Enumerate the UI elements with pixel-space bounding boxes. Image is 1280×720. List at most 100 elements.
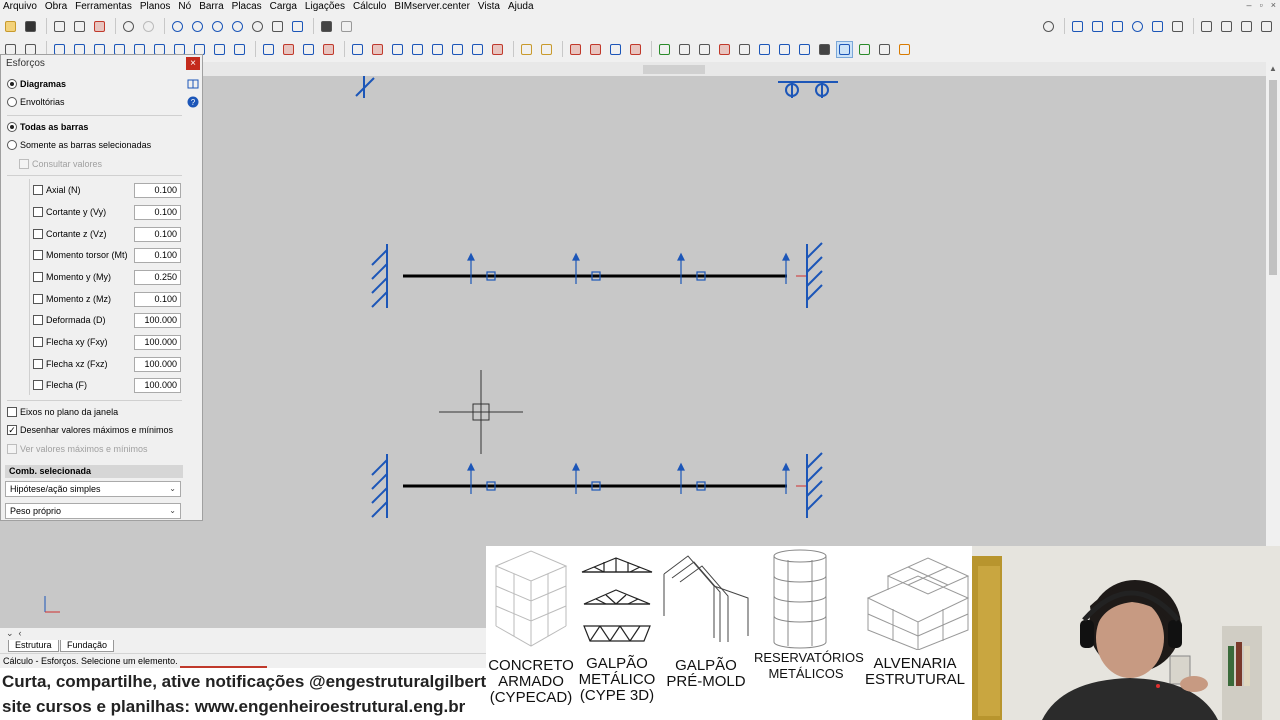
result-e-icon[interactable] xyxy=(736,41,753,58)
scroll-up-icon[interactable]: ▲ xyxy=(1269,64,1277,73)
snap-tool-icon[interactable] xyxy=(211,41,228,58)
bar-split-icon[interactable] xyxy=(369,41,386,58)
checkbox[interactable] xyxy=(33,207,43,217)
effort-value-input[interactable]: 0.100 xyxy=(134,292,181,307)
checkbox[interactable] xyxy=(33,315,43,325)
load-delete-icon[interactable] xyxy=(320,41,337,58)
close-panel-button[interactable]: × xyxy=(186,57,200,70)
support-top-right[interactable] xyxy=(778,81,838,98)
rotate-icon[interactable] xyxy=(1129,18,1146,35)
bar-rotate-icon[interactable] xyxy=(409,41,426,58)
refresh-view-icon[interactable] xyxy=(229,18,246,35)
radio-icon[interactable] xyxy=(7,140,17,150)
menu-bimserver[interactable]: BIMserver.center xyxy=(390,0,474,14)
rotate-view-icon[interactable] xyxy=(169,18,186,35)
result-h-icon[interactable] xyxy=(796,41,813,58)
menu-vista[interactable]: Vista xyxy=(474,0,504,14)
bars-all-option[interactable]: Todas as barras xyxy=(7,122,88,132)
effort-value-input[interactable]: 0.250 xyxy=(134,270,181,285)
checkbox[interactable] xyxy=(33,337,43,347)
close-window-icon[interactable]: × xyxy=(1271,0,1276,10)
load-distributed-icon[interactable] xyxy=(300,41,317,58)
tools-icon[interactable] xyxy=(1169,18,1186,35)
undo-icon[interactable] xyxy=(120,18,137,35)
result-l-icon[interactable] xyxy=(876,41,893,58)
effort-row-flecha-xz[interactable]: Flecha xz (Fxz) xyxy=(33,359,108,369)
move-tool-icon[interactable] xyxy=(231,41,248,58)
pan-hand-icon[interactable] xyxy=(269,18,286,35)
axes-window-option[interactable]: Eixos no plano da janela xyxy=(7,407,118,417)
checkbox-checked[interactable]: ✓ xyxy=(7,425,17,435)
menu-ajuda[interactable]: Ajuda xyxy=(504,0,538,14)
scroll-thumb[interactable] xyxy=(643,65,705,74)
bar-release-icon[interactable] xyxy=(389,41,406,58)
connection-b-icon[interactable] xyxy=(587,41,604,58)
bar-group-icon[interactable] xyxy=(469,41,486,58)
book-icon[interactable] xyxy=(187,78,199,90)
bars-selected-option[interactable]: Somente as barras selecionadas xyxy=(7,140,151,150)
search-icon[interactable] xyxy=(1040,18,1057,35)
3d-view-icon[interactable] xyxy=(318,18,335,35)
magnet-icon[interactable] xyxy=(91,18,108,35)
menu-ferramentas[interactable]: Ferramentas xyxy=(71,0,136,14)
bar-deflection-icon[interactable] xyxy=(449,41,466,58)
save-icon[interactable] xyxy=(22,18,39,35)
effort-value-input[interactable]: 0.100 xyxy=(134,227,181,242)
chevron-down-icon[interactable]: ⌄ xyxy=(169,482,176,496)
effort-value-input[interactable]: 0.100 xyxy=(134,183,181,198)
beam-1[interactable] xyxy=(371,242,823,308)
menu-no[interactable]: Nó xyxy=(174,0,195,14)
connection-c-icon[interactable] xyxy=(607,41,624,58)
open-folder-icon[interactable] xyxy=(2,18,19,35)
effort-row-cortante-z[interactable]: Cortante z (Vz) xyxy=(33,229,107,239)
radio-icon[interactable] xyxy=(7,122,17,132)
draw-max-min-option[interactable]: ✓ Desenhar valores máximos e mínimos xyxy=(7,425,173,435)
axes-icon[interactable] xyxy=(338,18,355,35)
mode-diagramas-option[interactable]: Diagramas xyxy=(7,79,66,89)
calculator-icon[interactable] xyxy=(51,18,68,35)
effort-row-cortante-y[interactable]: Cortante y (Vy) xyxy=(33,207,106,217)
zoom-window-icon[interactable] xyxy=(189,18,206,35)
tab-fundacao[interactable]: Fundação xyxy=(60,640,115,652)
load-select[interactable]: Peso próprio ⌄ xyxy=(5,503,181,519)
checkbox[interactable] xyxy=(33,185,43,195)
result-i-icon[interactable] xyxy=(816,41,833,58)
menu-arquivo[interactable]: Arquivo xyxy=(0,0,41,14)
effort-row-axial[interactable]: Axial (N) xyxy=(33,185,81,195)
effort-value-input[interactable]: 0.100 xyxy=(134,248,181,263)
bar-buckling-icon[interactable] xyxy=(429,41,446,58)
radio-icon[interactable] xyxy=(7,79,17,89)
effort-row-flecha-xy[interactable]: Flecha xy (Fxy) xyxy=(33,337,108,347)
effort-value-input[interactable]: 100.000 xyxy=(134,313,181,328)
zoom-previous-icon[interactable] xyxy=(289,18,306,35)
connection-a-icon[interactable] xyxy=(567,41,584,58)
beam-2[interactable] xyxy=(371,452,823,518)
checkbox[interactable] xyxy=(7,407,17,417)
panel-tool-icon[interactable] xyxy=(518,41,535,58)
hypothesis-select[interactable]: Hipótese/ação simples ⌄ xyxy=(5,481,181,497)
checkbox[interactable] xyxy=(33,250,43,260)
result-f-icon[interactable] xyxy=(756,41,773,58)
help-pointer-icon[interactable] xyxy=(1258,18,1275,35)
effort-value-input[interactable]: 100.000 xyxy=(134,335,181,350)
minimize-icon[interactable]: – xyxy=(1247,0,1252,10)
result-k-icon[interactable] xyxy=(856,41,873,58)
zoom-icon[interactable] xyxy=(209,18,226,35)
menu-planos[interactable]: Planos xyxy=(136,0,175,14)
effort-row-momento-y[interactable]: Momento y (My) xyxy=(33,272,111,282)
effort-row-flecha[interactable]: Flecha (F) xyxy=(33,380,87,390)
list-view-icon[interactable] xyxy=(1089,18,1106,35)
support-top-left[interactable] xyxy=(355,76,375,98)
result-a-icon[interactable] xyxy=(656,41,673,58)
effort-value-input[interactable]: 100.000 xyxy=(134,357,181,372)
checkbox[interactable] xyxy=(33,380,43,390)
mode-envoltorias-option[interactable]: Envoltórias xyxy=(7,97,65,107)
radio-icon[interactable] xyxy=(7,97,17,107)
cube-3d-icon[interactable] xyxy=(1198,18,1215,35)
checkbox[interactable] xyxy=(33,359,43,369)
effort-value-input[interactable]: 100.000 xyxy=(134,378,181,393)
menu-carga[interactable]: Carga xyxy=(266,0,301,14)
effort-row-momento-z[interactable]: Momento z (Mz) xyxy=(33,294,111,304)
tab-scroll-arrows-icon[interactable]: ⌄ ‹ xyxy=(6,628,22,639)
canvas-vertical-scrollbar[interactable]: ▲ ▼ xyxy=(1266,62,1280,628)
